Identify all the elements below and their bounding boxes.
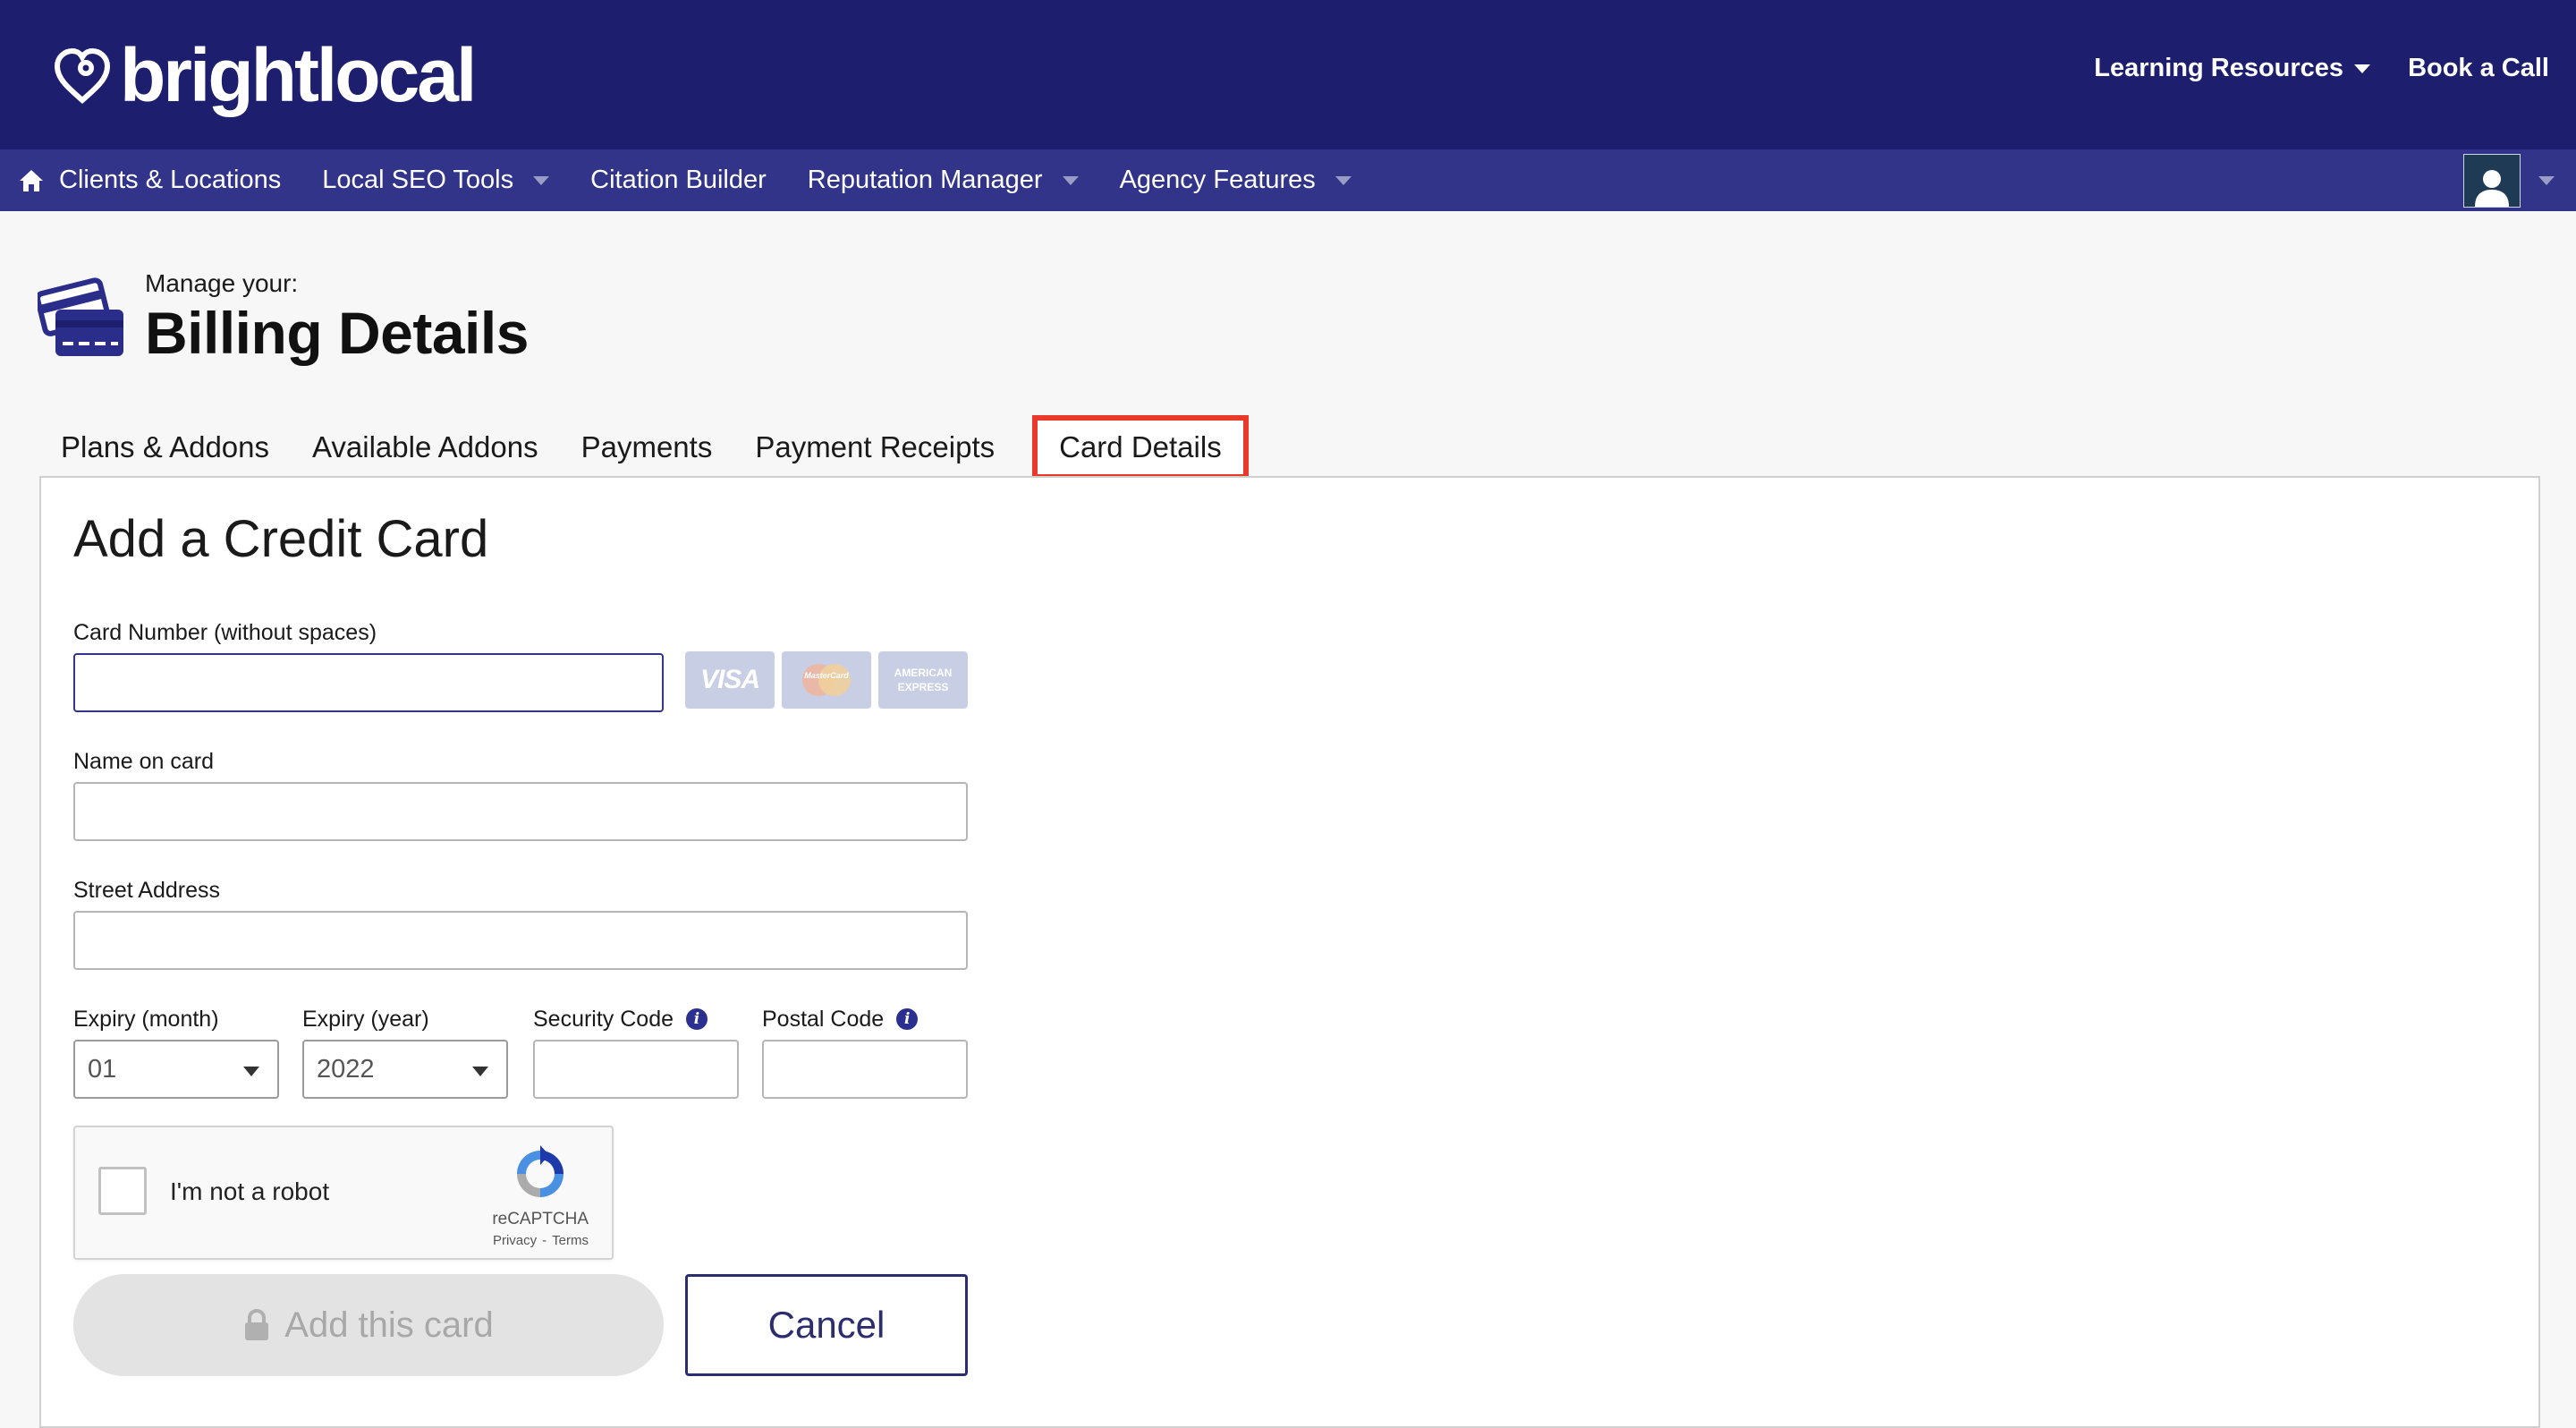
recaptcha-widget: I'm not a robot reCAPTCHA Privacy - Term…	[73, 1126, 614, 1260]
expiry-month-select[interactable]: 01	[73, 1040, 279, 1099]
accepted-cards: VISA MasterCard AMERICAN EXPRESS	[685, 651, 975, 709]
recaptcha-privacy-link[interactable]: Privacy	[493, 1233, 537, 1248]
tab-available-addons[interactable]: Available Addons	[291, 422, 560, 472]
page-title: Billing Details	[145, 300, 529, 366]
expiry-year-label: Expiry (year)	[302, 1007, 429, 1032]
amex-text: AMERICAN EXPRESS	[894, 667, 953, 693]
nav-clients-locations[interactable]: Clients & Locations	[18, 166, 281, 195]
card-number-input[interactable]	[73, 653, 664, 712]
recaptcha-icon	[517, 1145, 564, 1197]
recaptcha-label: I'm not a robot	[170, 1177, 330, 1205]
book-a-call-label: Book a Call	[2408, 54, 2549, 82]
chevron-down-icon	[243, 1067, 259, 1076]
nav-citation-builder[interactable]: Citation Builder	[590, 166, 767, 195]
brightlocal-logo[interactable]: brightlocal	[50, 30, 477, 120]
postal-code-input[interactable]	[762, 1040, 968, 1099]
add-card-button[interactable]: Add this card	[73, 1274, 664, 1376]
visa-logo: VISA	[685, 651, 775, 709]
user-avatar-icon[interactable]	[2463, 153, 2521, 208]
tab-payment-receipts[interactable]: Payment Receipts	[733, 422, 1016, 472]
expiry-month-label: Expiry (month)	[73, 1007, 219, 1032]
chevron-down-icon	[472, 1067, 488, 1076]
lock-icon	[245, 1309, 269, 1340]
expiry-year-select[interactable]: 2022	[302, 1040, 508, 1099]
nav-label: Agency Features	[1119, 166, 1316, 194]
top-links: Learning Resources Book a Call	[2094, 54, 2549, 83]
recaptcha-separator: -	[542, 1233, 547, 1248]
recaptcha-brand: reCAPTCHA	[492, 1210, 589, 1228]
street-address-label: Street Address	[73, 878, 220, 903]
recaptcha-terms-link[interactable]: Terms	[552, 1233, 589, 1248]
chevron-down-icon	[2538, 175, 2555, 185]
visa-text: VISA	[699, 665, 760, 694]
expiry-year-value: 2022	[317, 1054, 375, 1084]
nav-label: Local SEO Tools	[322, 166, 514, 194]
add-card-label: Add this card	[284, 1305, 494, 1345]
mastercard-circles-icon	[802, 664, 851, 696]
location-heart-icon	[54, 47, 111, 104]
street-address-input[interactable]	[73, 911, 968, 970]
mastercard-logo: MasterCard	[782, 651, 871, 709]
expiry-month-value: 01	[88, 1054, 117, 1084]
nav-local-seo-tools[interactable]: Local SEO Tools	[322, 166, 550, 195]
brand-bar: brightlocal Learning Resources Book a Ca…	[0, 0, 2576, 149]
book-a-call-link[interactable]: Book a Call	[2408, 54, 2549, 83]
tab-plans-addons[interactable]: Plans & Addons	[39, 422, 291, 472]
nav-label: Clients & Locations	[59, 166, 282, 194]
page-subtitle: Manage your:	[145, 269, 299, 297]
recaptcha-checkbox[interactable]	[98, 1167, 147, 1215]
chevron-down-icon	[1062, 175, 1079, 185]
person-icon	[2475, 169, 2509, 207]
main-nav: Clients & Locations Local SEO Tools Cita…	[0, 149, 2576, 211]
security-code-label-text: Security Code	[533, 1007, 674, 1032]
amex-logo: AMERICAN EXPRESS	[878, 651, 968, 709]
mastercard-text: MasterCard	[804, 671, 849, 680]
billing-tabs: Plans & Addons Available Addons Payments…	[39, 415, 1249, 480]
user-menu[interactable]	[2463, 153, 2555, 208]
name-on-card-input[interactable]	[73, 782, 968, 841]
postal-code-label: Postal Code i	[762, 1006, 919, 1033]
learning-resources-label: Learning Resources	[2094, 54, 2344, 82]
tab-payments[interactable]: Payments	[560, 422, 734, 472]
chevron-down-icon	[533, 175, 550, 185]
brand-name: brightlocal	[120, 33, 477, 117]
postal-code-label-text: Postal Code	[762, 1007, 885, 1032]
chevron-down-icon	[1335, 175, 1352, 185]
card-number-label: Card Number (without spaces)	[73, 620, 377, 645]
tab-card-details[interactable]: Card Details	[1032, 415, 1249, 480]
security-code-label: Security Code i	[533, 1006, 708, 1033]
recaptcha-legal: Privacy - Terms	[493, 1233, 589, 1248]
credit-card-icon	[38, 277, 123, 356]
info-icon[interactable]: i	[896, 1008, 919, 1030]
security-code-input[interactable]	[533, 1040, 739, 1099]
learning-resources-menu[interactable]: Learning Resources	[2094, 54, 2371, 83]
page-header: Manage your: Billing Details	[38, 270, 529, 369]
home-icon	[20, 169, 43, 191]
nav-label: Reputation Manager	[807, 166, 1043, 194]
form-title: Add a Credit Card	[73, 510, 489, 568]
nav-reputation-manager[interactable]: Reputation Manager	[808, 166, 1079, 195]
nav-label: Citation Builder	[590, 166, 767, 194]
chevron-down-icon	[2354, 64, 2371, 73]
info-icon[interactable]: i	[686, 1008, 708, 1030]
nav-agency-features[interactable]: Agency Features	[1120, 166, 1352, 195]
card-form-panel: Add a Credit Card Card Number (without s…	[39, 476, 2540, 1428]
name-on-card-label: Name on card	[73, 749, 215, 774]
cancel-button[interactable]: Cancel	[685, 1274, 968, 1376]
